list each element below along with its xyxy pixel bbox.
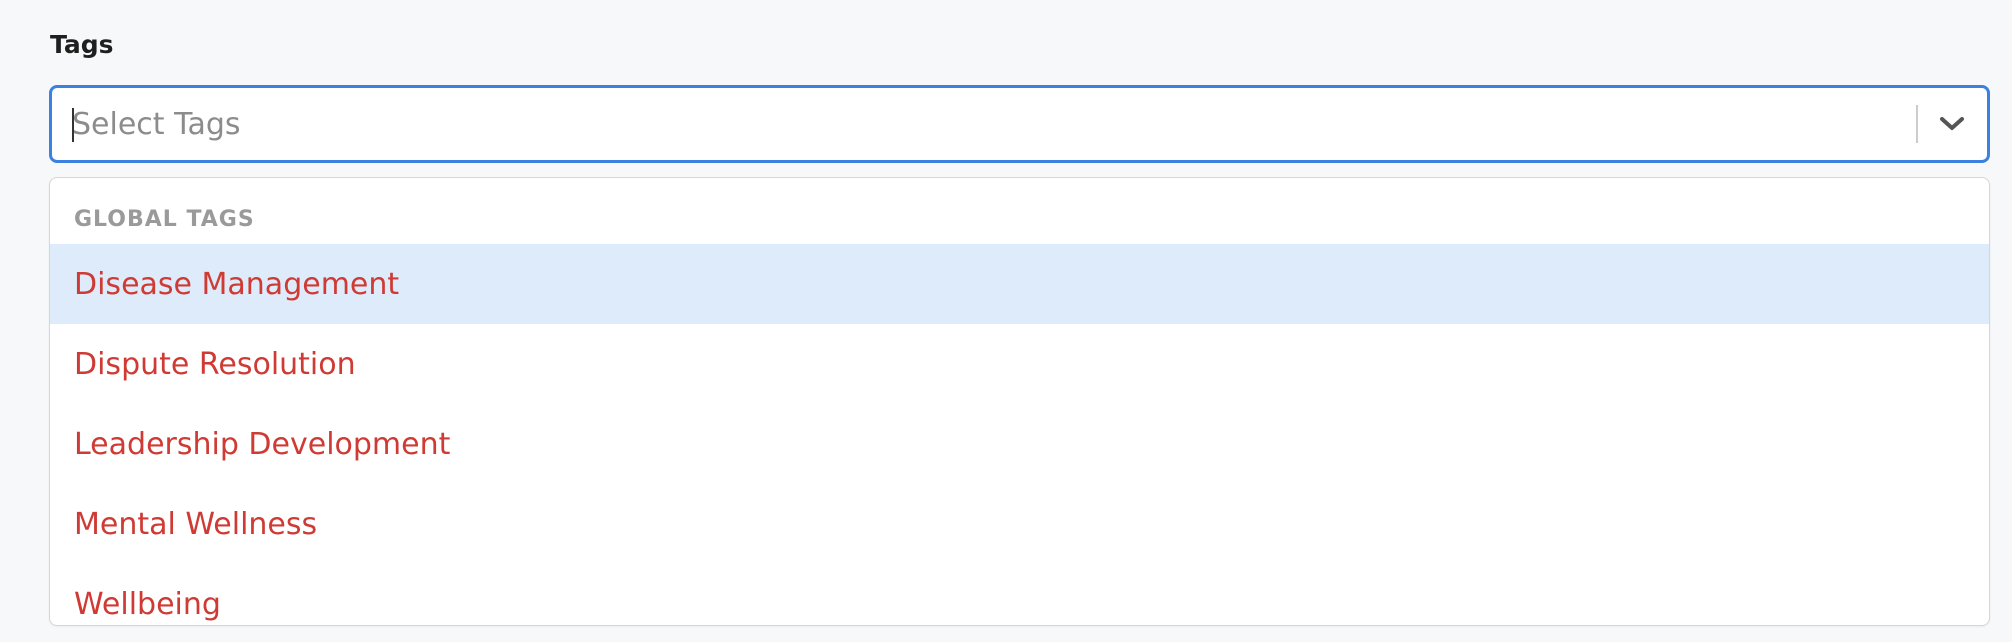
dropdown-toggle[interactable] [1922, 88, 1982, 160]
option-label: Disease Management [74, 266, 400, 302]
tags-label: Tags [50, 30, 114, 59]
option-label: Mental Wellness [74, 506, 318, 542]
group-heading-global-tags: GLOBAL TAGS [74, 207, 255, 232]
option-label: Wellbeing [74, 586, 221, 622]
text-cursor [72, 108, 74, 142]
option-wellbeing[interactable]: Wellbeing [50, 564, 1989, 625]
option-leadership-development[interactable]: Leadership Development [50, 404, 1989, 484]
chevron-down-icon [1940, 117, 1964, 130]
tags-dropdown-menu: GLOBAL TAGS Disease Management Dispute R… [49, 177, 1990, 626]
option-label: Dispute Resolution [74, 346, 356, 382]
option-disease-management[interactable]: Disease Management [50, 244, 1989, 324]
option-label: Leadership Development [74, 426, 451, 462]
tags-search-input[interactable] [72, 88, 1922, 160]
indicator-separator [1916, 105, 1918, 143]
tags-select[interactable] [49, 85, 1990, 163]
option-dispute-resolution[interactable]: Dispute Resolution [50, 324, 1989, 404]
option-mental-wellness[interactable]: Mental Wellness [50, 484, 1989, 564]
